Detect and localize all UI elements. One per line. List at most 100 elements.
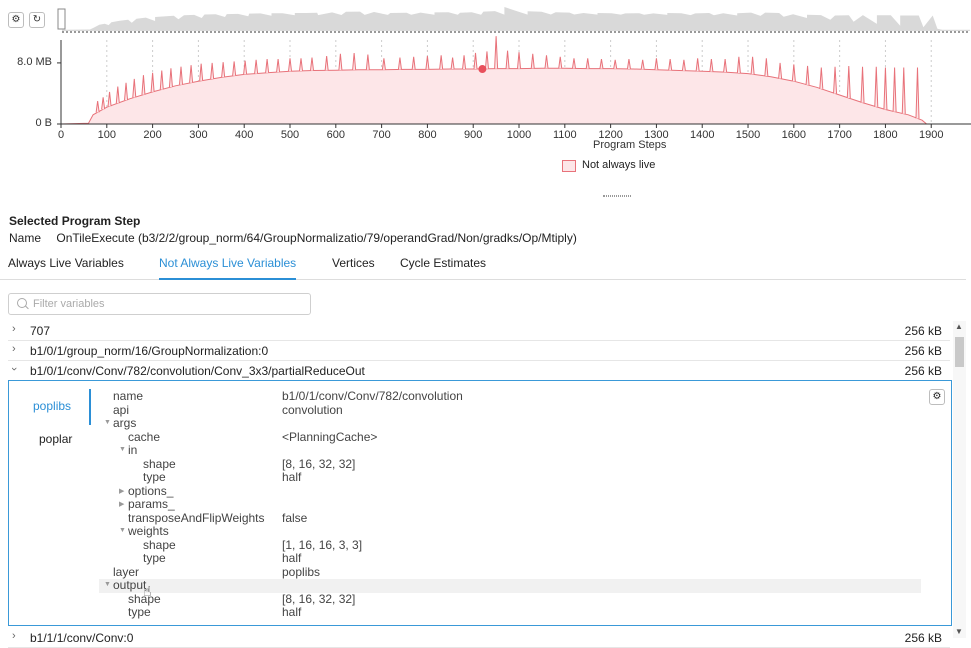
spike-mark <box>860 66 865 103</box>
spike-mark <box>288 58 293 72</box>
variable-size: 256 kB <box>904 344 942 358</box>
name-value: OnTileExecute (b3/2/2/group_norm/64/Grou… <box>56 231 577 245</box>
list-item[interactable]: › b1/0/1/group_norm/16/GroupNormalizatio… <box>8 341 950 361</box>
settings-button[interactable]: ⚙ <box>8 12 24 28</box>
spike-mark <box>654 58 659 70</box>
x-tick-label: 600 <box>326 129 345 141</box>
spike-mark <box>243 60 248 75</box>
tree-key[interactable]: params_ <box>128 497 175 511</box>
spike-mark <box>805 65 810 85</box>
spike-mark <box>901 67 906 114</box>
spike-mark <box>558 56 563 69</box>
tree-key: name <box>113 389 144 403</box>
overview-strip[interactable] <box>54 4 971 34</box>
refresh-button[interactable]: ↻ <box>29 12 45 28</box>
selected-step-name-row: Name OnTileExecute (b3/2/2/group_norm/64… <box>9 231 577 245</box>
variable-name: b1/0/1/conv/Conv/782/convolution/Conv_3x… <box>30 364 365 378</box>
tab-vertices[interactable]: Vertices <box>332 256 375 280</box>
tree-value: <PlanningCache> <box>282 429 378 444</box>
tree-key[interactable]: args <box>113 416 136 430</box>
spike-mark <box>168 68 173 88</box>
x-tick-label: 900 <box>464 129 483 141</box>
tree-value: poplibs <box>282 564 321 579</box>
tree-value: [1, 16, 16, 3, 3] <box>282 537 363 552</box>
spike-mark <box>101 97 106 110</box>
spike-mark <box>819 67 824 89</box>
spike-mark <box>915 67 920 119</box>
spike-mark <box>115 86 120 104</box>
name-label: Name <box>9 231 42 245</box>
expand-caret-icon[interactable]: ▼ <box>104 419 111 426</box>
y-tick-label: 0 B <box>35 117 52 129</box>
spike-mark <box>381 58 386 70</box>
x-tick-label: 700 <box>372 129 391 141</box>
spike-mark <box>723 59 728 73</box>
tree-key[interactable]: weights <box>128 524 169 538</box>
overview-area <box>62 7 970 31</box>
spike-mark <box>585 58 590 69</box>
scrollbar-track[interactable] <box>953 321 966 638</box>
tree-key: shape <box>143 456 176 471</box>
overview-brush-handle[interactable] <box>57 8 66 30</box>
x-tick-label: 1500 <box>735 129 761 141</box>
expand-caret-icon[interactable]: ▼ <box>104 581 111 588</box>
filter-input[interactable]: Filter variables <box>8 293 311 315</box>
spike-mark <box>505 50 510 69</box>
variable-size: 256 kB <box>904 364 942 378</box>
spike-mark <box>892 67 897 112</box>
spike-mark <box>846 65 851 99</box>
variable-size: 256 kB <box>904 324 942 338</box>
scroll-down-icon[interactable]: ▼ <box>955 627 963 636</box>
x-axis-label: Program Steps <box>593 139 667 151</box>
tree-value: b1/0/1/conv/Conv/782/convolution <box>282 389 463 403</box>
spike-mark <box>425 55 430 70</box>
spike-mark <box>324 55 329 71</box>
memory-chart[interactable] <box>0 36 971 196</box>
resize-handle[interactable] <box>603 195 631 197</box>
tree-key: transposeAndFlipWeights <box>128 510 265 525</box>
tree-value: half <box>282 551 302 565</box>
tab-always-live-variables[interactable]: Always Live Variables <box>8 256 124 280</box>
tree-key[interactable]: in <box>128 443 137 457</box>
x-tick-label: 1800 <box>873 129 898 141</box>
tab-not-always-live-variables[interactable]: Not Always Live Variables <box>159 256 297 280</box>
list-item[interactable]: › 707 256 kB <box>8 321 950 341</box>
tree-value: half <box>282 470 302 484</box>
y-ticks <box>57 62 61 125</box>
x-tick-label: 100 <box>97 129 116 141</box>
x-tick-label: 1100 <box>552 129 577 141</box>
tree-key: type <box>143 551 166 565</box>
list-item-expanded[interactable]: › b1/0/1/conv/Conv/782/convolution/Conv_… <box>8 361 950 381</box>
gear-icon: ⚙ <box>932 391 942 402</box>
scroll-up-icon[interactable]: ▲ <box>955 322 963 331</box>
collapse-caret-icon[interactable]: ▶ <box>119 500 124 508</box>
expand-caret-icon[interactable]: ▼ <box>119 527 126 534</box>
legend-label: Not always live <box>582 159 656 171</box>
spike-mark <box>276 59 281 73</box>
tree-value: [8, 16, 32, 32] <box>282 591 356 606</box>
collapse-caret-icon[interactable]: ▶ <box>119 487 124 495</box>
spike-mark <box>265 59 270 73</box>
spike-mark <box>791 64 796 82</box>
tree-key[interactable]: output <box>113 578 146 592</box>
hand-cursor-icon: ☝ <box>143 583 152 599</box>
spike-mark <box>124 82 129 101</box>
spike-mark <box>159 70 164 90</box>
scrollbar-thumb[interactable] <box>955 337 964 367</box>
tree-key: type <box>143 470 166 484</box>
spike-mark <box>210 62 215 79</box>
tree-key[interactable]: options_ <box>128 484 173 498</box>
expand-caret-icon[interactable]: ▼ <box>119 446 126 453</box>
selected-step-marker[interactable] <box>478 65 487 74</box>
tree-key: shape <box>143 537 176 552</box>
spike-mark <box>517 52 522 69</box>
series-area-fill <box>61 68 955 124</box>
side-tab-poplibs[interactable]: poplibs <box>33 399 71 413</box>
detail-settings-button[interactable]: ⚙ <box>929 389 945 405</box>
chevron-down-icon: › <box>7 367 20 371</box>
tree-value: half <box>282 605 302 619</box>
side-tab-poplar[interactable]: poplar <box>39 432 72 446</box>
tab-cycle-estimates[interactable]: Cycle Estimates <box>400 256 486 280</box>
list-item[interactable]: › b1/1/1/conv/Conv:0 256 kB <box>8 628 950 648</box>
x-ticks <box>60 124 932 128</box>
